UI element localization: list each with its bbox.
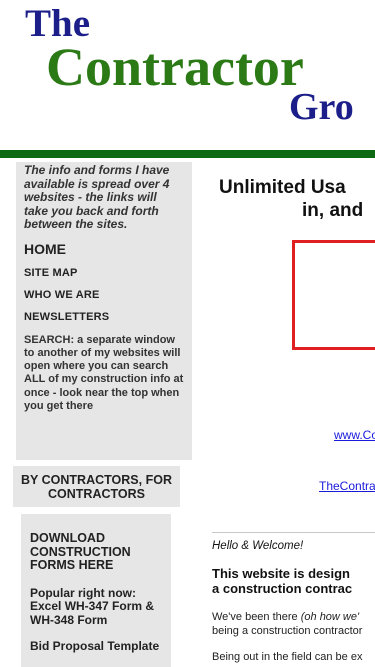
downloads-panel: DOWNLOAD CONSTRUCTION FORMS HERE Popular… [21, 514, 171, 667]
popular-forms-link[interactable]: Popular right now: Excel WH-347 Form & W… [30, 586, 162, 628]
intro-paragraph-start: We've been there [212, 611, 301, 623]
download-forms-link[interactable]: DOWNLOAD CONSTRUCTION FORMS HERE [30, 531, 162, 573]
nav-site-map-link[interactable]: SITE MAP [24, 267, 184, 279]
headline-line-2: in, and [302, 200, 364, 221]
headline-line-1: Unlimited Usa [219, 177, 346, 198]
promo-box [292, 240, 375, 350]
logo-text-contractor: Contractor [46, 37, 304, 97]
intro-paragraph: We've been there (oh how we' being a con… [212, 611, 375, 638]
bid-proposal-link[interactable]: Bid Proposal Template [30, 639, 162, 654]
site-logo[interactable]: The Contractor Gro [0, 0, 375, 150]
header-divider-bar [0, 150, 375, 158]
intro-heading-line-1: This website is design [212, 567, 350, 581]
field-paragraph: Being out in the field can be ex [212, 651, 363, 663]
intro-paragraph-line-2: being a construction contractor [212, 624, 363, 637]
intro-paragraph-italic: (oh how we' [300, 611, 360, 623]
nav-newsletters-link[interactable]: NEWSLETTERS [24, 311, 184, 323]
by-contractors-banner: BY CONTRACTORS, FOR CONTRACTORS [13, 466, 180, 507]
welcome-greeting: Hello & Welcome! [212, 540, 304, 552]
nav-who-we-are-link[interactable]: WHO WE ARE [24, 289, 184, 301]
sidebar-nav: The info and forms I have available is s… [16, 162, 192, 460]
website-link-1[interactable]: www.Co [334, 428, 375, 442]
intro-heading: This website is design a construction co… [212, 567, 375, 596]
search-link-text[interactable]: SEARCH: a separate window to another of … [24, 334, 184, 414]
website-link-2[interactable]: TheContra [319, 479, 375, 493]
content-divider [212, 532, 375, 533]
nav-home-link[interactable]: HOME [24, 241, 184, 257]
logo-text-group: Gro [289, 86, 354, 128]
intro-heading-line-2: a construction contrac [212, 580, 353, 596]
page-headline: Unlimited Usa in, and [219, 176, 375, 222]
sidebar-intro-text: The info and forms I have available is s… [24, 163, 170, 231]
